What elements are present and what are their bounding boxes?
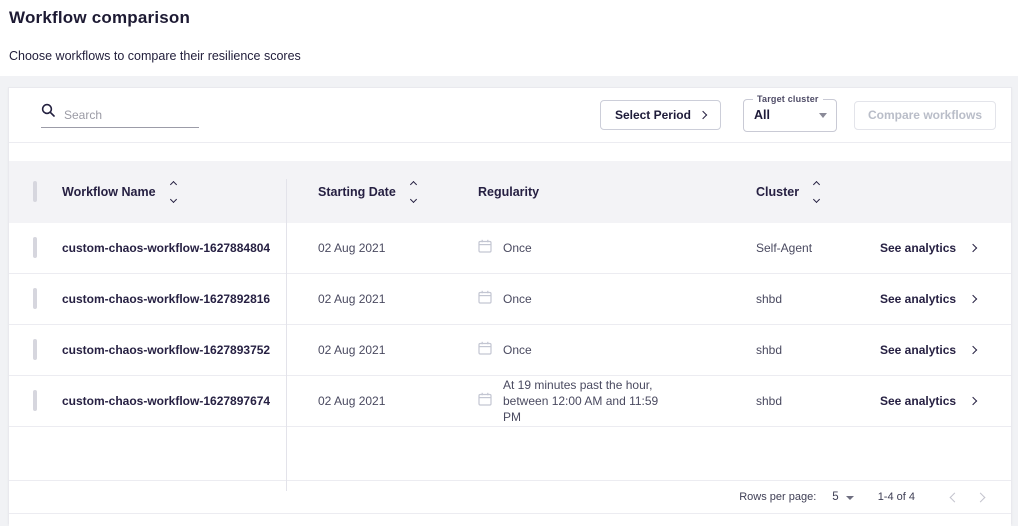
page-title: Workflow comparison	[9, 8, 1018, 28]
search-icon	[41, 103, 55, 122]
dropdown-caret-icon	[819, 113, 827, 118]
regularity-text: Once	[503, 342, 532, 358]
page-subtitle: Choose workflows to compare their resili…	[9, 49, 1018, 63]
regularity-text: Once	[503, 240, 532, 256]
workflow-name: custom-chaos-workflow-1627892816	[62, 292, 286, 306]
chevron-right-icon	[699, 111, 707, 119]
select-period-button[interactable]: Select Period	[600, 100, 721, 130]
cluster-name: Self-Agent	[747, 241, 861, 255]
see-analytics-button[interactable]: See analytics	[861, 292, 1011, 306]
search-box[interactable]	[41, 103, 199, 128]
table-empty-space	[9, 427, 1011, 480]
regularity-cell: Once	[447, 290, 747, 309]
regularity-text: Once	[503, 291, 532, 307]
pagination-bar: Rows per page: 5 1-4 of 4	[9, 480, 1011, 513]
column-divider	[286, 179, 287, 491]
cluster-name: shbd	[747, 394, 861, 408]
chevron-right-icon	[969, 244, 977, 252]
table-row[interactable]: custom-chaos-workflow-1627897674 02 Aug …	[9, 376, 1011, 427]
workflow-name: custom-chaos-workflow-1627897674	[62, 394, 286, 408]
row-checkbox[interactable]	[33, 339, 37, 360]
sort-starting-date[interactable]	[411, 182, 416, 202]
starting-date: 02 Aug 2021	[286, 292, 447, 306]
cluster-name: shbd	[747, 343, 861, 357]
select-period-label: Select Period	[615, 108, 691, 122]
regularity-text: At 19 minutes past the hour, between 12:…	[503, 377, 679, 426]
cluster-name: shbd	[747, 292, 861, 306]
column-header-starting-date: Starting Date	[286, 182, 447, 202]
table-row[interactable]: custom-chaos-workflow-1627892816 02 Aug …	[9, 274, 1011, 325]
row-checkbox[interactable]	[33, 288, 37, 309]
pagination-range: 1-4 of 4	[878, 491, 915, 503]
regularity-cell: At 19 minutes past the hour, between 12:…	[447, 377, 747, 426]
regularity-cell: Once	[447, 239, 747, 258]
sort-asc-icon[interactable]	[813, 181, 820, 188]
table-header-row: Workflow Name Starting Date Regularity C…	[9, 161, 1011, 223]
row-checkbox[interactable]	[33, 237, 37, 258]
sort-asc-icon[interactable]	[170, 181, 177, 188]
dropdown-caret-icon	[846, 496, 854, 500]
chevron-left-icon	[949, 492, 959, 502]
target-cluster-value: All	[754, 108, 770, 122]
select-all-checkbox[interactable]	[33, 181, 37, 202]
page-header: Workflow comparison Choose workflows to …	[0, 0, 1018, 76]
rows-per-page-label: Rows per page:	[739, 491, 816, 503]
toolbar: Select Period Target cluster All Compare…	[9, 88, 1011, 143]
workflow-name: custom-chaos-workflow-1627884804	[62, 241, 286, 255]
starting-date: 02 Aug 2021	[286, 343, 447, 357]
table-row[interactable]: custom-chaos-workflow-1627884804 02 Aug …	[9, 223, 1011, 274]
see-analytics-button[interactable]: See analytics	[861, 394, 1011, 408]
calendar-icon	[478, 239, 492, 258]
rows-per-page-select[interactable]: 5	[832, 491, 853, 503]
see-analytics-button[interactable]: See analytics	[861, 343, 1011, 357]
target-cluster-label: Target cluster	[753, 94, 823, 104]
calendar-icon	[478, 341, 492, 360]
regularity-cell: Once	[447, 341, 747, 360]
next-section-edge	[9, 513, 1011, 526]
sort-desc-icon[interactable]	[170, 196, 177, 203]
sort-asc-icon[interactable]	[410, 181, 417, 188]
starting-date: 02 Aug 2021	[286, 394, 447, 408]
chevron-right-icon	[969, 295, 977, 303]
table-row[interactable]: custom-chaos-workflow-1627893752 02 Aug …	[9, 325, 1011, 376]
calendar-icon	[478, 290, 492, 309]
next-page-button[interactable]	[967, 484, 993, 510]
sort-cluster[interactable]	[814, 182, 819, 202]
chevron-right-icon	[975, 492, 985, 502]
starting-date: 02 Aug 2021	[286, 241, 447, 255]
see-analytics-button[interactable]: See analytics	[861, 241, 1011, 255]
compare-workflows-button[interactable]: Compare workflows	[854, 101, 996, 130]
target-cluster-select[interactable]: Target cluster All	[743, 99, 837, 132]
previous-page-button[interactable]	[941, 484, 967, 510]
chevron-right-icon	[969, 346, 977, 354]
sort-desc-icon[interactable]	[813, 196, 820, 203]
workflows-table: Workflow Name Starting Date Regularity C…	[9, 161, 1011, 427]
row-checkbox[interactable]	[33, 390, 37, 411]
workflow-comparison-card: Select Period Target cluster All Compare…	[8, 87, 1012, 524]
column-header-workflow-name: Workflow Name	[62, 182, 286, 202]
workflow-name: custom-chaos-workflow-1627893752	[62, 343, 286, 357]
chevron-right-icon	[969, 397, 977, 405]
column-header-cluster: Cluster	[747, 182, 861, 202]
calendar-icon	[478, 392, 492, 411]
column-header-regularity: Regularity	[447, 185, 747, 199]
sort-workflow-name[interactable]	[171, 182, 176, 202]
search-input[interactable]	[64, 108, 199, 122]
sort-desc-icon[interactable]	[410, 196, 417, 203]
